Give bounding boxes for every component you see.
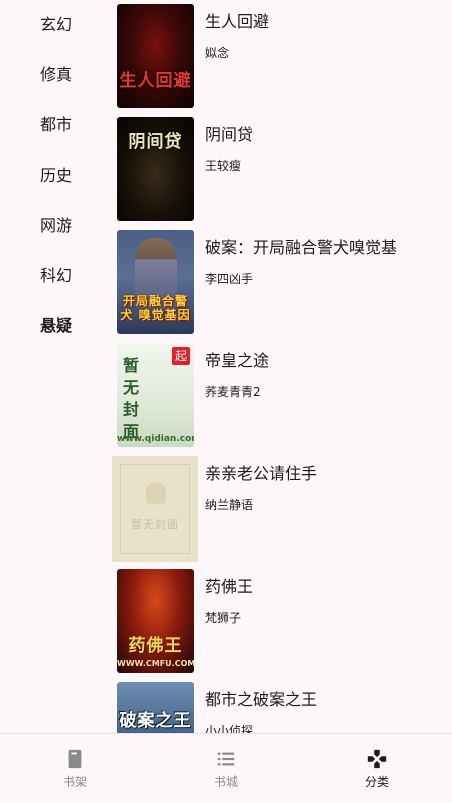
book-cover: 药佛王 WWW.CMFU.COM	[117, 569, 194, 673]
book-item[interactable]: 起 暂无封面 www.qidian.com 帝皇之途 荞麦青青2	[112, 343, 452, 449]
book-list: 生人回避 生人回避 姒念 阴间贷 阴间贷 王较瘦 开局融合警犬 嗅觉基因 破案：…	[112, 0, 452, 733]
category-sidebar: 玄幻 修真 都市 历史 网游 科幻 悬疑	[0, 0, 112, 733]
book-item[interactable]: 生人回避 生人回避 姒念	[112, 4, 452, 110]
book-author: 李四凶手	[205, 272, 254, 286]
nav-tab-bookstore[interactable]: 书城	[151, 734, 301, 803]
book-icon	[68, 749, 82, 769]
book-author: 荞麦青青2	[205, 385, 261, 399]
book-title: 帝皇之途	[205, 351, 270, 370]
book-item[interactable]: 暂无封面 亲亲老公请住手 纳兰静语	[112, 456, 452, 562]
book-author: 王较瘦	[205, 159, 242, 173]
cover-title: 暂无封面	[131, 518, 179, 531]
category-item-lishi[interactable]: 历史	[40, 161, 100, 191]
cover-title: 开局融合警犬 嗅觉基因	[120, 294, 191, 322]
book-item[interactable]: 阴间贷 阴间贷 王较瘦	[112, 117, 452, 223]
book-cover: 生人回避	[117, 4, 194, 108]
category-item-xiuzhen[interactable]: 修真	[40, 60, 100, 90]
cover-title: 暂无封面	[123, 356, 141, 441]
book-cover: 起 暂无封面 www.qidian.com	[117, 343, 194, 447]
book-author: 梵狮子	[205, 611, 242, 625]
book-title: 阴间贷	[205, 125, 254, 144]
cover-site: WWW.CMFU.COM	[117, 659, 194, 668]
nav-label: 书架	[62, 775, 87, 789]
cover-title: 破案之王	[119, 711, 192, 731]
nav-label: 书城	[213, 775, 238, 789]
category-item-xuanhuan[interactable]: 玄幻	[40, 10, 100, 40]
book-title: 药佛王	[205, 577, 254, 596]
list-icon	[217, 752, 235, 766]
book-cover: 开局融合警犬 嗅觉基因	[117, 230, 194, 334]
book-title: 亲亲老公请住手	[205, 464, 318, 483]
nav-tab-category[interactable]: 分类	[302, 734, 452, 803]
cover-title: 药佛王	[128, 636, 183, 656]
book-cover: 破案之王	[117, 682, 194, 733]
nav-tab-bookshelf[interactable]: 书架	[0, 734, 150, 803]
book-item[interactable]: 破案之王 都市之破案之王 小小侦探	[112, 682, 452, 733]
bottom-navigation: 书架 书城 分类	[0, 733, 452, 803]
cover-title: 生人回避	[119, 71, 192, 91]
category-item-xuanyi[interactable]: 悬疑	[40, 311, 100, 341]
category-screen: 玄幻 修真 都市 历史 网游 科幻 悬疑 生人回避 生人回避 姒念 阴间贷 阴间…	[0, 0, 452, 803]
book-title: 破案：开局融合警犬嗅觉基	[205, 238, 398, 257]
book-author: 小小侦探	[205, 724, 254, 733]
category-item-wangyou[interactable]: 网游	[40, 211, 100, 241]
nav-label: 分类	[364, 775, 389, 789]
book-title: 生人回避	[205, 12, 270, 31]
cover-title: 阴间贷	[128, 132, 183, 152]
category-icon	[367, 749, 387, 769]
category-item-kehuan[interactable]: 科幻	[40, 261, 100, 291]
book-title: 都市之破案之王	[205, 690, 318, 709]
qidian-badge-icon: 起	[172, 347, 190, 365]
book-cover-placeholder: 暂无封面	[112, 456, 198, 562]
book-cover: 阴间贷	[117, 117, 194, 221]
book-item[interactable]: 药佛王 WWW.CMFU.COM 药佛王 梵狮子	[112, 569, 452, 675]
cover-site: www.qidian.com	[117, 434, 194, 444]
book-item[interactable]: 开局融合警犬 嗅觉基因 破案：开局融合警犬嗅觉基 李四凶手	[112, 230, 452, 336]
placeholder-icon	[146, 482, 166, 504]
book-author: 纳兰静语	[205, 498, 254, 512]
category-item-dushi[interactable]: 都市	[40, 110, 100, 140]
book-author: 姒念	[205, 46, 230, 60]
